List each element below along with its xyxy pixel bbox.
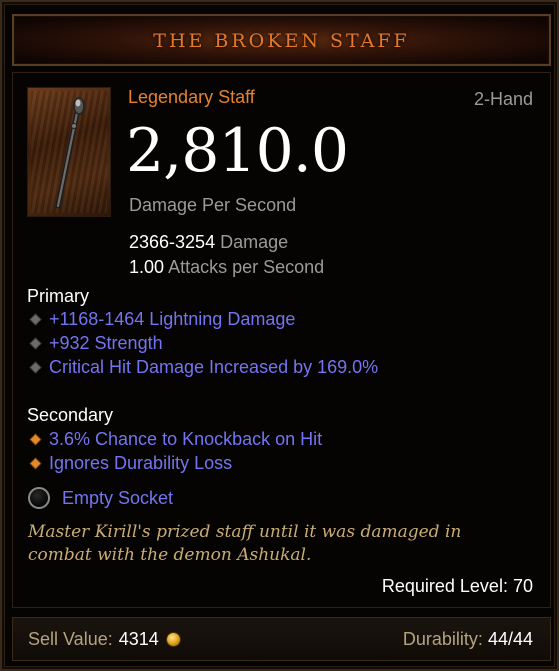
primary-title: Primary	[27, 286, 89, 306]
staff-icon	[27, 87, 111, 217]
grey-diamond-bullet-icon	[30, 338, 41, 349]
socket-label: Empty Socket	[62, 487, 174, 508]
aps-label: Attacks per Second	[168, 257, 325, 277]
required-level: Required Level: 70	[382, 576, 533, 597]
item-name: THE BROKEN STAFF	[153, 30, 410, 52]
secondary-affix: Ignores Durability Loss	[30, 453, 232, 474]
orange-diamond-bullet-icon	[30, 434, 41, 445]
secondary-title: Secondary	[27, 405, 114, 425]
hand-type: 2-Hand	[473, 89, 533, 109]
durability-value: 44/44	[487, 629, 533, 649]
primary-affix: +1168-1464 Lightning Damage	[30, 309, 295, 330]
damage-label: Damage	[220, 232, 289, 252]
secondary-affix: 3.6% Chance to Knockback on Hit	[30, 429, 322, 450]
grey-diamond-bullet-icon	[30, 314, 41, 325]
primary-affix: +932 Strength	[30, 333, 163, 354]
affix-text: +932 Strength	[49, 333, 163, 353]
affix-text: Critical Hit Damage Increased by 169.0%	[49, 357, 379, 377]
affix-text: +1168-1464 Lightning Damage	[49, 309, 296, 329]
item-tooltip: THE BROKEN STAFF Legendary Staff 2-Hand …	[0, 0, 559, 671]
orange-diamond-bullet-icon	[30, 458, 41, 469]
aps-value: 1.00	[129, 257, 165, 277]
required-level-value: 70	[512, 576, 533, 596]
required-level-label: Required Level:	[381, 576, 508, 596]
grey-diamond-bullet-icon	[30, 362, 41, 373]
primary-affix: Critical Hit Damage Increased by 169.0%	[30, 357, 378, 378]
damage-value: 2366-3254	[129, 232, 216, 252]
sell-label: Sell Value:	[28, 629, 113, 649]
affix-text: Ignores Durability Loss	[49, 453, 233, 473]
flavor-text: Master Kirill's prized staff until it wa…	[28, 522, 462, 565]
gold-coin-icon	[166, 633, 180, 646]
item-type: Legendary Staff	[128, 87, 255, 107]
sell-amount: 4314	[118, 629, 159, 649]
dps-label: Damage Per Second	[129, 195, 297, 215]
empty-socket-icon	[28, 487, 50, 509]
damage-stat: 2366-3254 Damage	[129, 232, 288, 253]
attack-speed-stat: 1.00 Attacks per Second	[129, 257, 324, 278]
durability-label: Durability:	[402, 629, 483, 649]
item-header: THE BROKEN STAFF	[12, 14, 551, 66]
socket-row: Empty Socket	[28, 487, 173, 509]
sell-value: Sell Value: 4314	[28, 629, 180, 650]
dps-value: 2,810.0	[126, 116, 349, 186]
durability: Durability: 44/44	[403, 629, 533, 650]
affix-text: 3.6% Chance to Knockback on Hit	[49, 429, 323, 449]
